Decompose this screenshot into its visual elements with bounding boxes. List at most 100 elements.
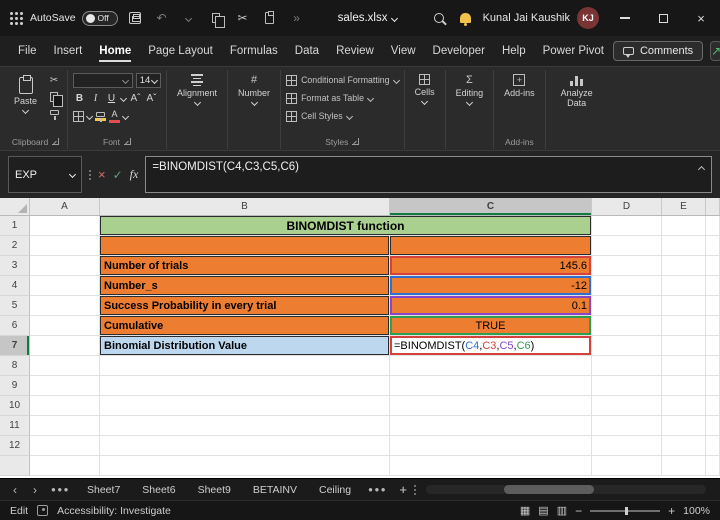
cell[interactable] — [390, 376, 592, 396]
cell-d1[interactable] — [592, 216, 662, 236]
cells-button[interactable]: Cells — [410, 71, 440, 107]
confirm-entry-icon[interactable]: ✓ — [113, 168, 123, 182]
cell[interactable] — [100, 396, 390, 416]
number-button[interactable]: # Number — [233, 71, 275, 108]
cell[interactable] — [30, 436, 100, 456]
cell[interactable] — [592, 356, 662, 376]
horizontal-scrollbar[interactable] — [426, 485, 706, 494]
format-as-table-dropdown-icon[interactable] — [367, 94, 374, 101]
more-sheets-right-icon[interactable]: ●●● — [363, 485, 392, 494]
font-name-select[interactable] — [73, 73, 133, 88]
tab-developer[interactable]: Developer — [425, 38, 493, 64]
clipboard-dialog-launcher-icon[interactable] — [52, 138, 59, 145]
row-header-9[interactable]: 9 — [0, 376, 30, 396]
cell-b6-label[interactable]: Cumulative — [100, 316, 390, 336]
cell-f4[interactable] — [706, 276, 720, 296]
name-box-dropdown-icon[interactable] — [69, 171, 76, 178]
cells-dropdown-icon[interactable] — [421, 98, 428, 105]
row-header-3[interactable]: 3 — [0, 256, 30, 276]
format-as-table-button[interactable]: Format as Table — [286, 89, 399, 107]
row-header-2[interactable]: 2 — [0, 236, 30, 256]
column-header-d[interactable]: D — [592, 198, 662, 215]
cell[interactable] — [592, 416, 662, 436]
format-painter-button[interactable] — [46, 106, 62, 119]
select-all-corner[interactable] — [0, 198, 30, 215]
underline-dropdown-icon[interactable] — [120, 94, 127, 101]
cell[interactable] — [100, 436, 390, 456]
cell-d7[interactable] — [592, 336, 662, 356]
shrink-font-button[interactable]: Aˇ — [145, 91, 158, 106]
cell[interactable] — [100, 356, 390, 376]
cell-b7-label[interactable]: Binomial Distribution Value — [100, 336, 390, 356]
zoom-out-icon[interactable]: − — [575, 504, 582, 518]
cell-d4[interactable] — [592, 276, 662, 296]
cell[interactable] — [30, 416, 100, 436]
cell[interactable] — [30, 396, 100, 416]
sheet-nav-right-icon[interactable]: › — [26, 483, 44, 497]
close-button[interactable]: × — [682, 0, 720, 36]
tab-insert[interactable]: Insert — [46, 38, 91, 64]
bold-button[interactable]: B — [73, 91, 86, 106]
avatar[interactable]: KJ — [577, 7, 599, 29]
font-dialog-launcher-icon[interactable] — [124, 138, 131, 145]
cell[interactable] — [390, 356, 592, 376]
cell-c5-value[interactable]: 0.1 — [390, 296, 592, 316]
column-header-c[interactable]: C — [390, 198, 592, 215]
tab-review[interactable]: Review — [328, 38, 382, 64]
conditional-formatting-button[interactable]: Conditional Formatting — [286, 71, 399, 89]
cell[interactable] — [706, 356, 720, 376]
more-sheets-left-icon[interactable]: ●●● — [46, 485, 75, 494]
tab-help[interactable]: Help — [494, 38, 534, 64]
cell-e3[interactable] — [662, 256, 706, 276]
horizontal-scrollbar-thumb[interactable] — [504, 485, 594, 494]
cut-button[interactable]: ✂ — [46, 74, 62, 87]
new-sheet-button[interactable]: + — [394, 482, 412, 497]
cell[interactable] — [706, 456, 720, 476]
font-size-dropdown-icon[interactable] — [151, 76, 158, 83]
cell-f6[interactable] — [706, 316, 720, 336]
cell-f2[interactable] — [706, 236, 720, 256]
cell[interactable] — [592, 396, 662, 416]
insert-function-icon[interactable]: fx — [130, 167, 139, 182]
borders-dropdown-icon[interactable] — [86, 112, 93, 119]
cell[interactable] — [592, 376, 662, 396]
paste-button[interactable]: Paste — [9, 71, 42, 119]
autosave-toggle[interactable]: AutoSave Off — [30, 11, 118, 26]
column-header-b[interactable]: B — [100, 198, 390, 215]
cell-d3[interactable] — [592, 256, 662, 276]
italic-button[interactable]: I — [89, 91, 102, 106]
cell[interactable] — [30, 376, 100, 396]
cell[interactable] — [592, 436, 662, 456]
cell[interactable] — [662, 416, 706, 436]
normal-view-icon[interactable]: ▦ — [520, 504, 530, 517]
font-name-dropdown-icon[interactable] — [122, 76, 129, 83]
underline-button[interactable]: U — [105, 91, 118, 106]
cell[interactable] — [662, 356, 706, 376]
sheet-tab-sheet7[interactable]: Sheet7 — [77, 479, 130, 501]
cell-a6[interactable] — [30, 316, 100, 336]
cell[interactable] — [100, 376, 390, 396]
fill-color-button[interactable] — [95, 112, 106, 121]
conditional-formatting-dropdown-icon[interactable] — [393, 76, 400, 83]
sheet-tab-sheet9[interactable]: Sheet9 — [188, 479, 241, 501]
row-header-11[interactable]: 11 — [0, 416, 30, 436]
cell[interactable] — [706, 436, 720, 456]
collapse-formula-bar-icon[interactable] — [698, 166, 705, 173]
cell-f5[interactable] — [706, 296, 720, 316]
font-size-select[interactable]: 14 — [136, 73, 161, 88]
editing-dropdown-icon[interactable] — [466, 99, 473, 106]
share-button[interactable]: ↗ — [710, 41, 720, 61]
zoom-slider-knob[interactable] — [625, 507, 628, 515]
row-header-4[interactable]: 4 — [0, 276, 30, 296]
row-header-10[interactable]: 10 — [0, 396, 30, 416]
cell-e7[interactable] — [662, 336, 706, 356]
file-title[interactable]: sales.xlsx — [338, 12, 398, 24]
cell-a1[interactable] — [30, 216, 100, 236]
sheet-tab-ceiling[interactable]: Ceiling — [309, 479, 361, 501]
font-color-button[interactable]: A — [109, 109, 120, 123]
cell-d5[interactable] — [592, 296, 662, 316]
cell-b4-label[interactable]: Number_s — [100, 276, 390, 296]
zoom-slider[interactable] — [590, 510, 660, 512]
alignment-dropdown-icon[interactable] — [193, 99, 200, 106]
analyze-data-button[interactable]: Analyze Data — [551, 71, 603, 112]
